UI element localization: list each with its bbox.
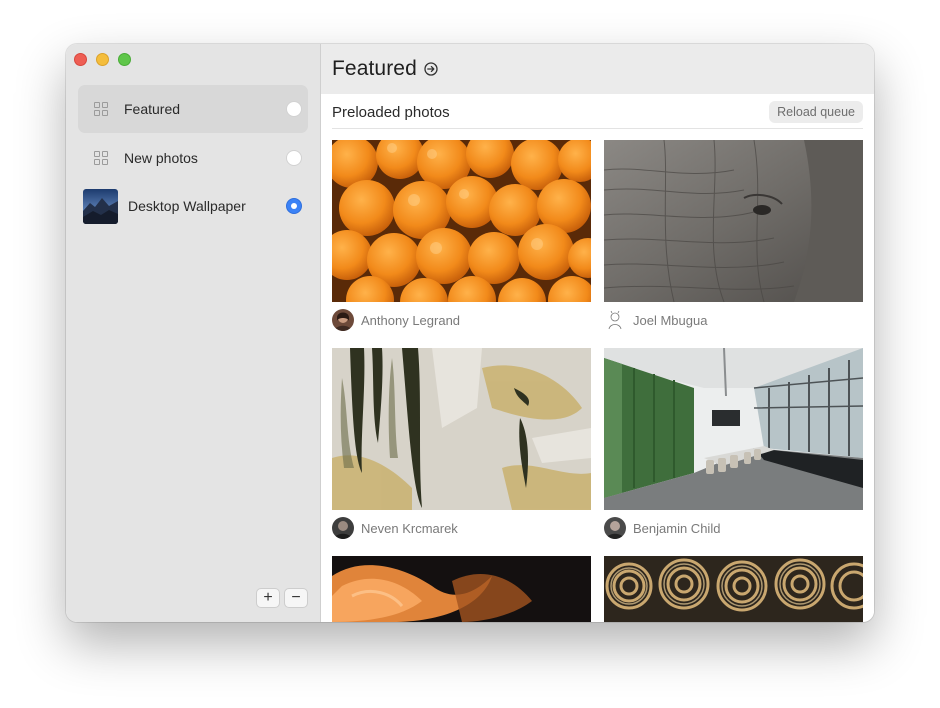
sidebar-item-featured[interactable]: Featured bbox=[78, 85, 308, 133]
remove-collection-button[interactable]: − bbox=[284, 588, 308, 608]
photo-image bbox=[604, 140, 863, 302]
divider bbox=[332, 128, 863, 129]
sidebar-item-label: New photos bbox=[124, 150, 198, 166]
zoom-button[interactable] bbox=[118, 53, 131, 66]
collection-grid-icon bbox=[94, 151, 108, 165]
photo-apricots[interactable] bbox=[332, 140, 591, 302]
photo-author: Neven Krcmarek bbox=[332, 517, 458, 539]
wallpaper-source-radio[interactable] bbox=[286, 150, 302, 166]
wallpaper-source-radio[interactable] bbox=[286, 101, 302, 117]
sidebar-item-label: Featured bbox=[124, 101, 181, 117]
photo-image bbox=[332, 556, 591, 622]
avatar bbox=[332, 309, 354, 331]
photo-card[interactable]: Joel Mbugua bbox=[604, 140, 863, 331]
photo-card[interactable] bbox=[604, 556, 863, 622]
author-name: Neven Krcmarek bbox=[361, 520, 458, 536]
sidebar-item-label: Desktop Wallpaper bbox=[128, 198, 246, 214]
photo-author: Anthony Legrand bbox=[332, 309, 460, 331]
photo-image bbox=[604, 556, 863, 622]
author-name: Joel Mbugua bbox=[633, 312, 708, 328]
photo-card[interactable] bbox=[332, 556, 591, 622]
photo-image bbox=[332, 140, 591, 302]
wallpaper-thumbnail bbox=[83, 189, 118, 224]
sidebar: Featured New photos Desktop Wallpaper + … bbox=[66, 44, 321, 622]
photo-orange-smoke[interactable] bbox=[332, 556, 591, 622]
add-collection-button[interactable]: + bbox=[256, 588, 280, 608]
photo-author: Joel Mbugua bbox=[604, 309, 707, 331]
photo-textured-wall[interactable] bbox=[332, 348, 591, 510]
main-header: Featured bbox=[321, 44, 874, 94]
avatar bbox=[332, 517, 354, 539]
minimize-button[interactable] bbox=[96, 53, 109, 66]
wallpaper-source-radio[interactable] bbox=[286, 198, 302, 214]
app-window: Featured New photos Desktop Wallpaper + … bbox=[66, 44, 874, 622]
author-name: Anthony Legrand bbox=[361, 312, 461, 328]
photo-card[interactable]: Anthony Legrand bbox=[332, 140, 591, 331]
close-button[interactable] bbox=[74, 53, 87, 66]
photo-conference-room[interactable] bbox=[604, 348, 863, 510]
avatar bbox=[604, 517, 626, 539]
sidebar-item-desktop-wallpaper[interactable]: Desktop Wallpaper bbox=[78, 182, 308, 230]
photo-image bbox=[604, 348, 863, 510]
photo-card[interactable]: Neven Krcmarek bbox=[332, 348, 591, 539]
arrow-circle-right-icon[interactable] bbox=[424, 62, 438, 76]
photo-image bbox=[332, 348, 591, 510]
collection-grid-icon bbox=[94, 102, 108, 116]
photo-woven-pattern[interactable] bbox=[604, 556, 863, 622]
photo-grid-panel: Preloaded photos Reload queue Anthony Le… bbox=[321, 94, 874, 622]
section-title: Preloaded photos bbox=[332, 104, 450, 121]
photo-author: Benjamin Child bbox=[604, 517, 720, 539]
avatar bbox=[604, 309, 626, 331]
author-name: Benjamin Child bbox=[633, 520, 721, 536]
page-title: Featured bbox=[332, 57, 417, 80]
photo-card[interactable]: Benjamin Child bbox=[604, 348, 863, 539]
sidebar-toolbar: + − bbox=[256, 588, 308, 608]
reload-queue-button[interactable]: Reload queue bbox=[769, 101, 863, 123]
photo-elephant[interactable] bbox=[604, 140, 863, 302]
sidebar-item-new-photos[interactable]: New photos bbox=[78, 134, 308, 182]
window-controls bbox=[74, 53, 131, 66]
